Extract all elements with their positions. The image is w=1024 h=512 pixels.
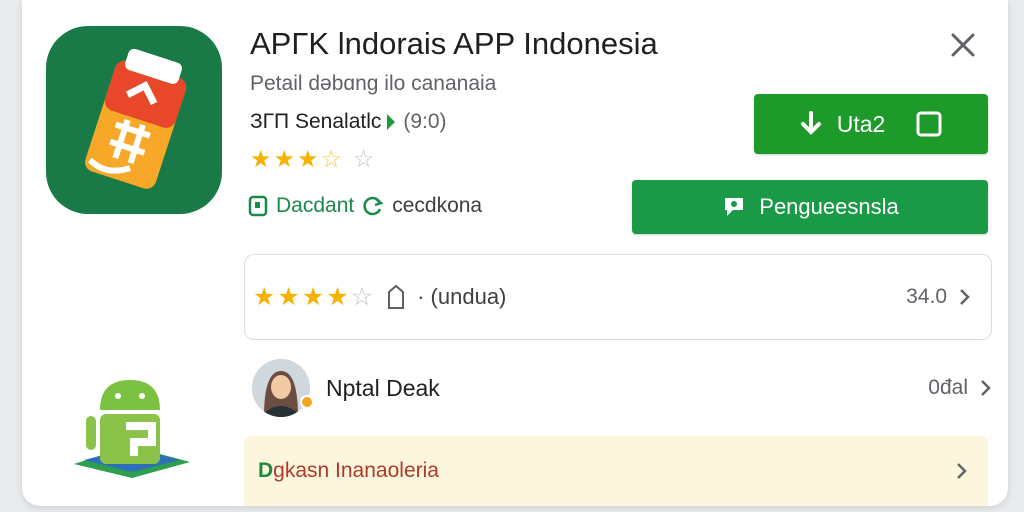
promo-banner[interactable]: Dgkasn Inanaoleria [244,436,988,506]
rating-stars: ★★★★☆ [253,282,375,312]
promo-label: gkasn Inanaoleria [273,459,439,482]
chevron-right-icon [960,289,970,305]
tags-row: Dacdant cecdkona [248,194,482,218]
play-triangle-icon [387,114,396,130]
star-icon: ★ [253,283,278,311]
app-detail-card: APΓK lndorais APP Indonesia Petail dǝbɑn… [22,0,1008,506]
star-icon: ★ [277,283,302,311]
developer-name: ЗГП Senalatlc [250,110,382,133]
star-icon: ★ [301,283,327,311]
chevron-right-icon [957,463,967,479]
square-icon [916,111,942,137]
star-rating: ★★★☆ ☆ [250,145,376,174]
secondary-button-label: Pengueesnsla [759,194,899,219]
close-icon [951,33,975,57]
developer-row[interactable]: ЗГП Senalatlc (9:0) [250,110,447,134]
android-logo-icon [74,380,190,478]
app-title: APΓK lndorais APP Indonesia [250,26,658,61]
rating-count: (9:0) [403,110,447,133]
star-half-icon: ☆ [320,146,345,173]
star-empty-icon: ☆ [350,283,376,311]
secondary-action-button[interactable]: Pengueesnsla [632,180,988,234]
app-subtitle: Petail dǝbɑng ilo cananaia [250,72,497,95]
star-icon: ★ [250,146,274,173]
download-arrow-icon [800,111,821,135]
chat-icon [725,198,744,216]
star-icon: ★ [273,146,298,173]
document-icon [248,195,268,217]
rating-summary-row[interactable]: ★★★★☆ · (undua) 34.0 [244,254,992,340]
download-button[interactable]: Uta2 [754,94,988,154]
rating-meta: · (undua) [417,284,507,309]
refresh-icon [363,196,384,216]
avatar [252,359,314,417]
chevron-right-icon [981,380,991,396]
user-name: Nptal Deak [326,374,440,401]
star-icon: ★ [326,283,351,311]
star-empty-icon: ☆ [344,146,377,173]
user-row[interactable]: Nptal Deak 0đal [252,356,992,420]
status-badge [300,395,314,409]
promo-text: Dgkasn Inanaoleria [258,459,439,483]
app-logo-icon[interactable] [46,26,222,214]
rating-value: 34.0 [906,285,947,308]
close-button[interactable] [944,26,982,64]
person-icon [252,359,310,417]
tag-a: Dacdant [276,194,355,217]
star-icon: ★ [297,146,321,173]
tag-b: cecdkona [392,194,483,217]
user-row-value: 0đal [928,376,968,399]
bookmark-icon [388,284,405,309]
download-button-label: Uta2 [836,110,886,137]
promo-prefix: D [258,459,274,482]
